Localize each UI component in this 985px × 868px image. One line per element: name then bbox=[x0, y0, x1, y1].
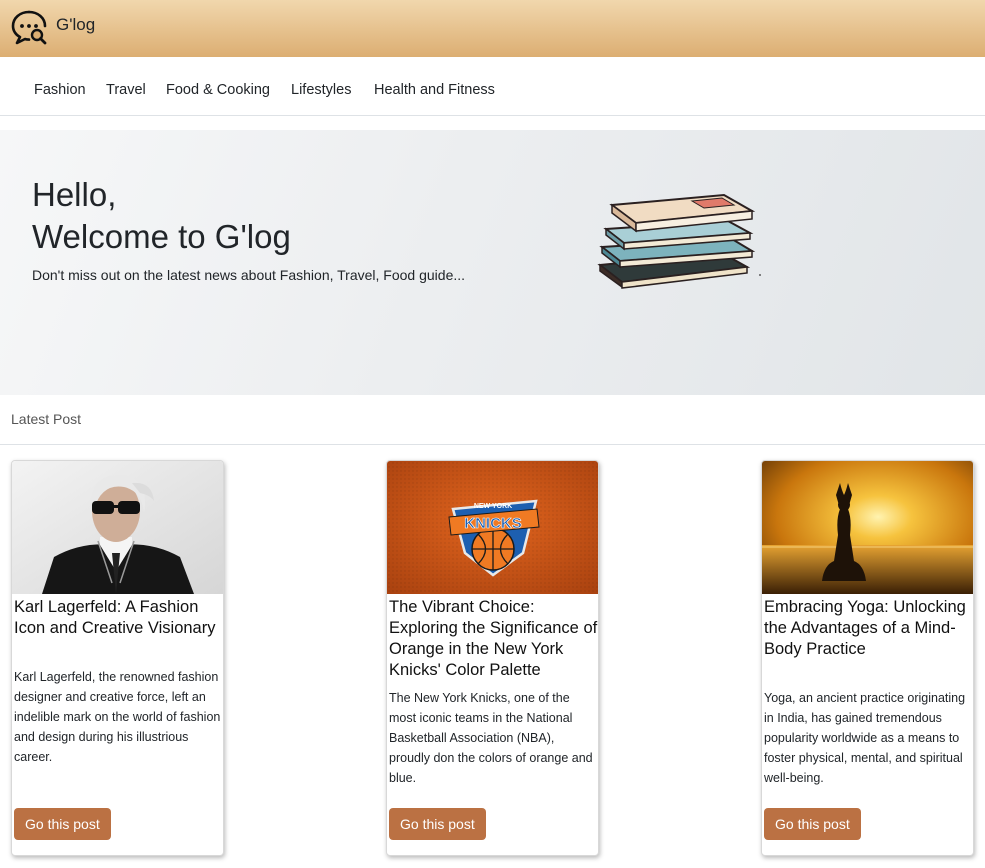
category-nav: Fashion Travel Food & Cooking Lifestyles… bbox=[0, 57, 985, 116]
post-title[interactable]: The Vibrant Choice: Exploring the Signif… bbox=[389, 597, 598, 681]
nav-item-travel[interactable]: Travel bbox=[106, 82, 146, 98]
hero-subtitle: Don't miss out on the latest news about … bbox=[32, 267, 466, 283]
hero-title: Hello, Welcome to G'log bbox=[32, 174, 291, 258]
nav-item-lifestyles[interactable]: Lifestyles bbox=[291, 82, 351, 98]
nav-item-fashion[interactable]: Fashion bbox=[34, 82, 86, 98]
brand-name[interactable]: G'log bbox=[56, 15, 95, 35]
new-york-knicks-logo-orange-jersey[interactable]: KNICKS NEW YORK bbox=[387, 461, 598, 594]
post-excerpt: The New York Knicks, one of the most ico… bbox=[389, 691, 593, 785]
header-bar: G'log bbox=[0, 0, 985, 57]
nav-item-food-cooking[interactable]: Food & Cooking bbox=[166, 82, 270, 98]
go-to-post-button[interactable]: Go this post bbox=[764, 808, 861, 840]
svg-text:NEW YORK: NEW YORK bbox=[474, 503, 512, 510]
yoga-silhouette-sunset[interactable] bbox=[762, 461, 973, 594]
hero-title-line-1: Hello, bbox=[32, 176, 117, 213]
post-card-2: KNICKS NEW YORK The Vibrant Choice: Expl… bbox=[386, 460, 599, 856]
chat-bubble-search-icon[interactable] bbox=[10, 8, 48, 46]
go-to-post-button[interactable]: Go this post bbox=[389, 808, 486, 840]
post-card-3: Embracing Yoga: Unlocking the Advantages… bbox=[761, 460, 974, 856]
hero-banner: Hello, Welcome to G'log Don't miss out o… bbox=[0, 130, 985, 395]
post-card-1: Karl Lagerfeld: A Fashion Icon and Creat… bbox=[11, 460, 224, 856]
karl-lagerfeld-portrait[interactable] bbox=[12, 461, 223, 594]
section-title-latest-post: Latest Post bbox=[11, 411, 82, 427]
nav-item-health-fitness[interactable]: Health and Fitness bbox=[374, 82, 495, 98]
post-title[interactable]: Embracing Yoga: Unlocking the Advantages… bbox=[764, 597, 973, 660]
go-to-post-button[interactable]: Go this post bbox=[14, 808, 111, 840]
divider bbox=[0, 444, 985, 445]
svg-text:KNICKS: KNICKS bbox=[464, 515, 522, 532]
post-title[interactable]: Karl Lagerfeld: A Fashion Icon and Creat… bbox=[14, 597, 223, 639]
hero-title-line-2: Welcome to G'log bbox=[32, 218, 291, 255]
post-excerpt: Yoga, an ancient practice originating in… bbox=[764, 691, 966, 785]
stack-of-books-illustration bbox=[597, 193, 761, 289]
post-excerpt: Karl Lagerfeld, the renowned fashion des… bbox=[14, 670, 221, 764]
